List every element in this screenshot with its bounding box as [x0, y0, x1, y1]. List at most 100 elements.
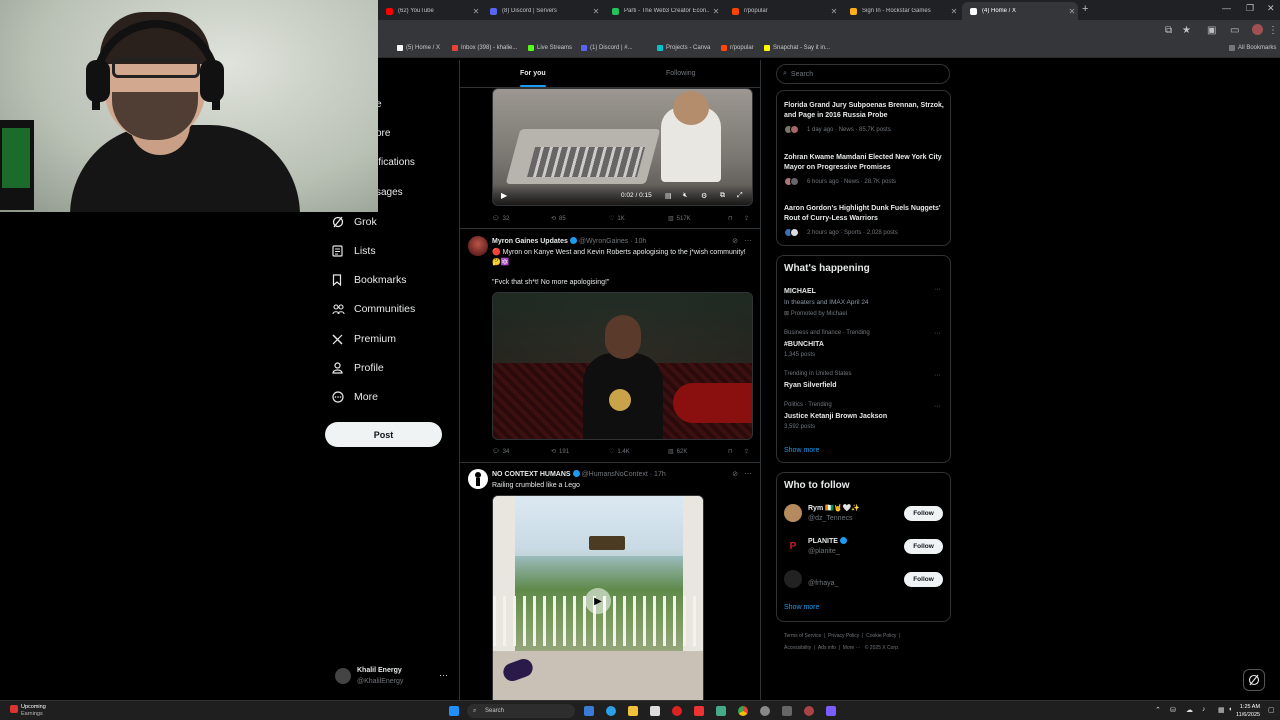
follow-button[interactable]: Follow — [904, 539, 943, 554]
tab-reddit[interactable]: r/popular ✕ — [724, 2, 840, 20]
app-icon[interactable] — [672, 706, 682, 716]
close-tab-icon[interactable]: ✕ — [590, 7, 602, 16]
tab-rockstar[interactable]: Sign In - Rockstar Games ✕ — [842, 2, 960, 20]
avatar[interactable] — [468, 469, 488, 489]
bookmark-button[interactable]: ⊓ — [728, 215, 733, 222]
tab-following[interactable]: Following — [666, 70, 696, 77]
views-count[interactable]: ▥ 517K — [668, 215, 691, 223]
video-player[interactable]: ▶ 0:02 / 0:15 ▤ 🔇︎ ⚙︎ ⧉ ⤢ — [492, 88, 753, 206]
settings-icon[interactable]: ⚙︎ — [701, 192, 707, 200]
play-icon[interactable]: ▶ — [501, 191, 507, 200]
avatar[interactable] — [468, 236, 488, 256]
tab-parti[interactable]: Parti - The Web3 Creator Econ... ✕ — [604, 2, 722, 20]
grok-compose-button[interactable] — [1243, 669, 1265, 691]
restore-icon[interactable]: ❐ — [1246, 3, 1254, 14]
chrome-icon[interactable] — [738, 706, 748, 716]
author-handle[interactable]: @HumansNoContext — [582, 471, 648, 478]
captions-icon[interactable]: ▤ — [665, 192, 672, 200]
suggested-user-name[interactable]: PLANITE — [808, 537, 849, 545]
bookmark-item[interactable]: (1) Discord | #... — [581, 45, 633, 51]
news-item-title[interactable]: Florida Grand Jury Subpoenas Brennan, St… — [784, 101, 944, 121]
sidepanel-icon[interactable]: ▭ — [1230, 25, 1239, 36]
sidebar-item-lists[interactable]: Lists — [332, 244, 376, 258]
start-button[interactable] — [449, 706, 459, 716]
close-tab-icon[interactable]: ✕ — [1066, 7, 1078, 16]
post-button[interactable]: Post — [325, 422, 442, 447]
sidebar-item-grok[interactable]: Grok — [332, 215, 377, 229]
like-button[interactable]: ♡ 1K — [609, 215, 625, 223]
trend-name[interactable]: Justice Ketanji Brown Jackson — [784, 413, 887, 420]
grok-icon[interactable]: ⊘ — [732, 470, 738, 478]
close-tab-icon[interactable]: ✕ — [948, 7, 960, 16]
sidebar-item-profile[interactable]: Profile — [332, 361, 384, 375]
close-window-icon[interactable]: ✕ — [1267, 3, 1275, 14]
news-item-title[interactable]: Zohran Kwame Mamdani Elected New York Ci… — [784, 153, 944, 173]
suggested-user-name[interactable]: Rym 🇨🇮🤘🤍✨ — [808, 504, 860, 512]
bookmark-item[interactable]: Inbox (398) - khalie... — [452, 45, 517, 51]
close-tab-icon[interactable]: ✕ — [710, 7, 722, 16]
avatar[interactable] — [784, 504, 802, 522]
minimize-icon[interactable]: — — [1222, 3, 1231, 13]
share-button[interactable]: ⇪ — [744, 448, 749, 455]
sidebar-item-bookmarks[interactable]: Bookmarks — [332, 273, 407, 287]
bookmark-item[interactable]: Snapchat - Say it in... — [764, 45, 830, 51]
bookmark-item[interactable]: (5) Home / X — [397, 45, 440, 51]
author-name[interactable]: NO CONTEXT HUMANS — [492, 471, 571, 478]
avatar[interactable] — [784, 570, 802, 588]
tweet-time[interactable]: 10h — [635, 238, 647, 245]
footer-link[interactable]: Terms of Service — [784, 633, 821, 639]
follow-button[interactable]: Follow — [904, 506, 943, 521]
app-icon[interactable] — [694, 706, 704, 716]
footer-link[interactable]: Ads info — [818, 645, 836, 651]
reply-button[interactable]: 💬︎ 34 — [492, 448, 509, 456]
weather-widget[interactable]: Upcoming Earnings — [10, 704, 46, 718]
nav-notifications-partial[interactable]: ifications — [376, 157, 415, 168]
grok-icon[interactable]: ⊘ — [732, 237, 738, 245]
nav-explore-partial[interactable]: ore — [376, 128, 390, 139]
trend-name[interactable]: MICHAEL — [784, 288, 816, 295]
tab-for-you[interactable]: For you — [520, 70, 546, 77]
close-tab-icon[interactable]: ✕ — [828, 7, 840, 16]
sidebar-item-communities[interactable]: Communities — [332, 302, 415, 316]
news-item-title[interactable]: Aaron Gordon's Highlight Dunk Fuels Nugg… — [784, 204, 944, 224]
tab-youtube[interactable]: (62) YouTube ✕ — [378, 2, 482, 20]
more-dots-icon[interactable]: ··· — [744, 236, 752, 245]
footer-link[interactable]: More ··· — [843, 645, 861, 651]
store-icon[interactable] — [650, 706, 660, 716]
footer-link[interactable]: Cookie Policy — [866, 633, 896, 639]
more-dots-icon[interactable]: ··· — [744, 469, 752, 478]
tweet-video-thumbnail[interactable] — [492, 292, 753, 440]
show-more-link[interactable]: Show more — [784, 447, 819, 454]
like-button[interactable]: ♡ 1.4K — [609, 448, 630, 456]
app-icon[interactable] — [826, 706, 836, 716]
new-tab-button[interactable]: + — [1082, 3, 1088, 15]
show-more-link[interactable]: Show more — [784, 604, 819, 611]
fullscreen-icon[interactable]: ⤢ — [737, 192, 743, 200]
nav-messages-partial[interactable]: sages — [376, 187, 403, 198]
bookmark-item[interactable]: r/popular — [721, 45, 754, 51]
avatar[interactable] — [1252, 24, 1263, 35]
play-icon[interactable]: ▶ — [585, 588, 611, 614]
tweet-video-thumbnail[interactable]: ▶ — [492, 495, 704, 700]
bookmark-button[interactable]: ⊓ — [728, 448, 733, 455]
search-input[interactable]: ⌕ Search — [776, 64, 950, 84]
avatar[interactable]: P — [784, 537, 802, 555]
more-dots-icon[interactable]: ··· — [934, 330, 941, 337]
tweet-time[interactable]: 17h — [654, 471, 666, 478]
bookmark-item[interactable]: Live Streams — [528, 45, 572, 51]
footer-link[interactable]: Accessibility — [784, 645, 811, 651]
microphone-icon[interactable]: ♪ — [1202, 706, 1206, 713]
more-dots-icon[interactable]: ··· — [934, 372, 941, 379]
menu-icon[interactable]: ⋮ — [1268, 25, 1278, 36]
edge-icon[interactable] — [606, 706, 616, 716]
tray-app-icon[interactable]: ⛁ — [1170, 706, 1176, 714]
bookmark-item[interactable]: Projects - Canva — [657, 45, 710, 51]
follow-button[interactable]: Follow — [904, 572, 943, 587]
mute-icon[interactable]: 🔇︎ — [683, 192, 687, 200]
onedrive-icon[interactable]: ☁ — [1186, 706, 1193, 714]
more-dots-icon[interactable]: ··· — [934, 403, 941, 410]
account-switcher[interactable]: Khalil Energy @KhalilEnergy ··· — [335, 664, 455, 690]
tray-overflow-icon[interactable]: ⌃ — [1155, 706, 1161, 714]
settings-icon[interactable] — [760, 706, 770, 716]
trend-name[interactable]: #BUNCHITA — [784, 341, 824, 348]
